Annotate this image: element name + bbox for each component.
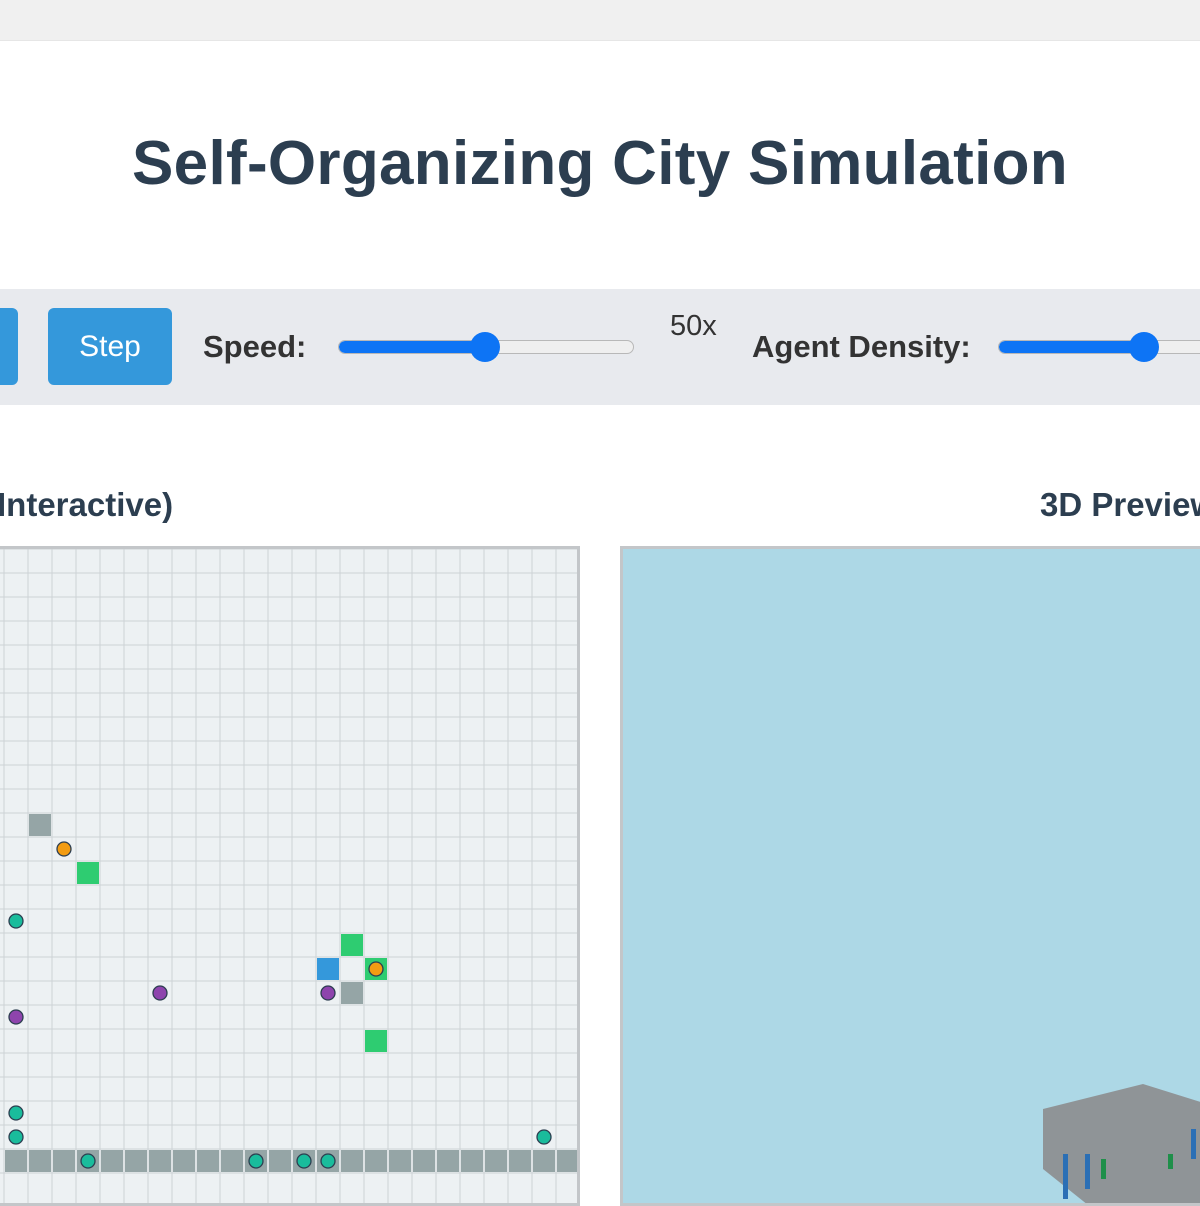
road-cell bbox=[29, 814, 51, 836]
park-cell bbox=[341, 934, 363, 956]
building-bar bbox=[1191, 1129, 1196, 1159]
park-cell bbox=[365, 1030, 387, 1052]
3d-preview-panel[interactable] bbox=[620, 546, 1200, 1206]
building-bar bbox=[1168, 1154, 1173, 1169]
3d-preview-canvas[interactable] bbox=[623, 549, 1200, 1206]
road-cell bbox=[413, 1150, 435, 1172]
speed-slider-thumb[interactable] bbox=[470, 332, 500, 362]
agent-teal bbox=[296, 1153, 312, 1169]
agent-teal bbox=[536, 1129, 552, 1145]
road-cell bbox=[485, 1150, 507, 1172]
speed-slider-fill bbox=[339, 341, 486, 353]
road-cell bbox=[533, 1150, 555, 1172]
agent-teal bbox=[248, 1153, 264, 1169]
building-bar bbox=[1085, 1154, 1090, 1189]
park-cell bbox=[77, 862, 99, 884]
road-cell bbox=[101, 1150, 123, 1172]
building-bar bbox=[1101, 1159, 1106, 1179]
agent-teal bbox=[8, 1105, 24, 1121]
agent-purple bbox=[8, 1009, 24, 1025]
control-bar: Step Speed: Agent Density: bbox=[0, 289, 1200, 405]
browser-top-bar bbox=[0, 0, 1200, 41]
agent-teal bbox=[8, 913, 24, 929]
road-cell bbox=[5, 1150, 27, 1172]
road-cell bbox=[53, 1150, 75, 1172]
road-cell bbox=[197, 1150, 219, 1172]
road-cell bbox=[437, 1150, 459, 1172]
road-cell bbox=[341, 1150, 363, 1172]
road-cell bbox=[221, 1150, 243, 1172]
agent-teal bbox=[80, 1153, 96, 1169]
agent-orange bbox=[368, 961, 384, 977]
grid-section-title: Interactive) bbox=[0, 486, 174, 523]
agent-purple bbox=[320, 985, 336, 1001]
agent-teal bbox=[320, 1153, 336, 1169]
building-bar bbox=[1063, 1154, 1068, 1199]
speed-label: Speed: bbox=[203, 329, 307, 364]
preview-section-title: 3D Preview bbox=[1040, 486, 1200, 523]
road-cell bbox=[149, 1150, 171, 1172]
city-grid[interactable] bbox=[0, 549, 580, 1206]
road-cell bbox=[173, 1150, 195, 1172]
agent-purple bbox=[152, 985, 168, 1001]
page-title: Self-Organizing City Simulation bbox=[132, 129, 1068, 198]
road-cell bbox=[269, 1150, 291, 1172]
road-cell bbox=[365, 1150, 387, 1172]
road-cell bbox=[341, 982, 363, 1004]
agent-density-label: Agent Density: bbox=[752, 329, 971, 364]
city-grid-panel[interactable] bbox=[0, 546, 580, 1206]
agent-density-slider[interactable] bbox=[998, 340, 1200, 354]
road-cell bbox=[389, 1150, 411, 1172]
speed-value: 50x bbox=[670, 310, 717, 342]
road-cell bbox=[29, 1150, 51, 1172]
road-cell bbox=[557, 1150, 577, 1172]
building-cell bbox=[317, 958, 339, 980]
agent-density-slider-thumb[interactable] bbox=[1129, 332, 1160, 362]
start-button[interactable] bbox=[0, 308, 18, 385]
road-cell bbox=[461, 1150, 483, 1172]
road-cell bbox=[125, 1150, 147, 1172]
step-button[interactable]: Step bbox=[48, 308, 172, 385]
road-cell bbox=[509, 1150, 531, 1172]
agent-orange bbox=[56, 841, 72, 857]
agent-teal bbox=[8, 1129, 24, 1145]
